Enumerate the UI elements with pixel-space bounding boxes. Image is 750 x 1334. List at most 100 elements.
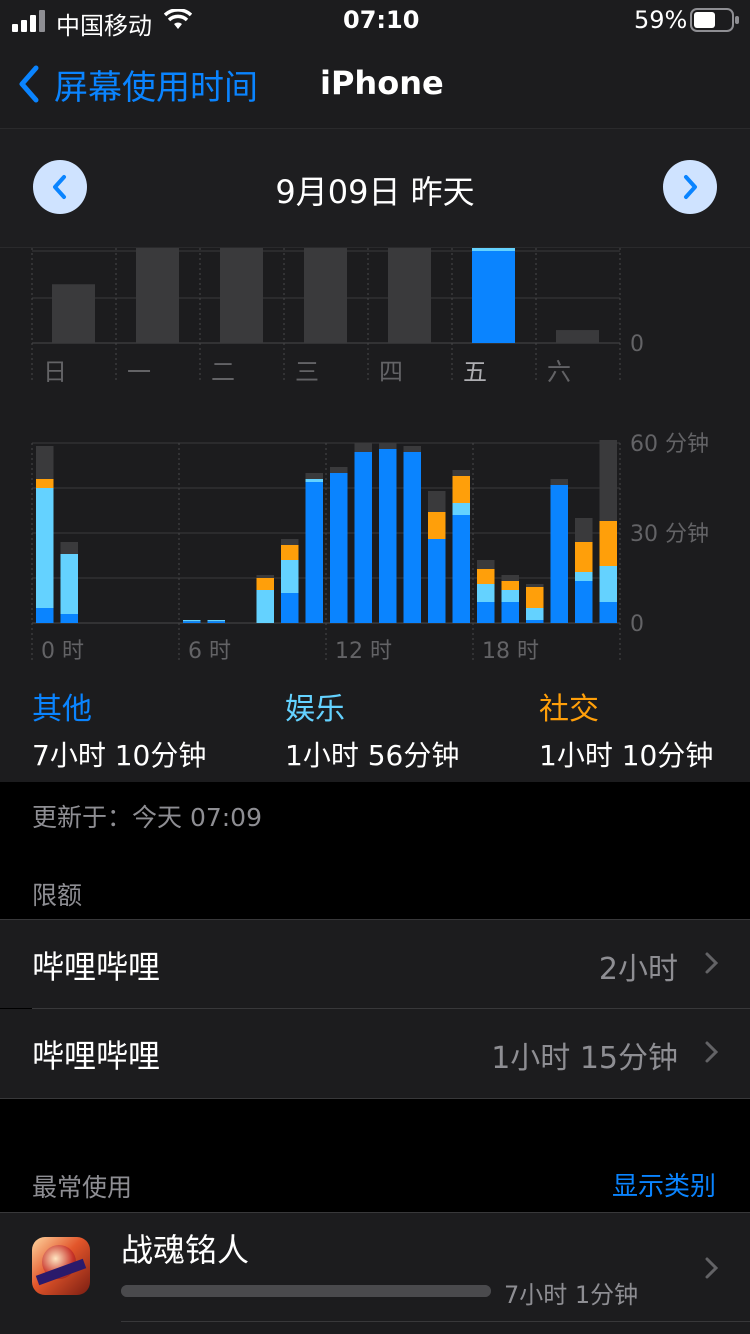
hourly-bar-segment — [60, 614, 78, 623]
battery-icon — [690, 8, 739, 32]
hourly-bar-segment — [575, 518, 593, 542]
category-time: 1小时 10分钟 — [539, 739, 714, 772]
hourly-bar-segment — [36, 608, 54, 623]
hourly-bar-segment — [256, 590, 274, 623]
category-entertainment: 娱乐 1小时 56分钟 — [285, 684, 459, 774]
weekly-bar — [472, 248, 515, 343]
hourly-bar-segment — [256, 575, 274, 578]
hourly-bar-segment — [330, 467, 348, 473]
app-name: 战魂铭人 — [121, 1231, 250, 1269]
hourly-bar-segment — [477, 584, 495, 602]
hourly-bar-segment — [575, 581, 593, 623]
hourly-bar-segment — [428, 491, 446, 512]
hourly-bar-segment — [452, 515, 470, 623]
hourly-bar-segment — [599, 440, 617, 521]
limit-app-name: 哔哩哔哩 — [32, 948, 161, 986]
chevron-left-icon — [19, 65, 39, 103]
category-time: 7小时 10分钟 — [32, 739, 207, 772]
hourly-bar-segment — [305, 482, 323, 623]
hourly-bar-segment — [281, 560, 299, 593]
hourly-bar-segment — [575, 572, 593, 581]
x-axis-label: 0 时 — [41, 639, 84, 664]
app-icon — [32, 1237, 90, 1295]
carrier-label: 中国移动 — [56, 12, 152, 40]
chevron-right-icon — [705, 1041, 719, 1063]
category-name: 其他 — [32, 692, 92, 727]
chevron-right-icon — [705, 952, 719, 974]
zero-label: 0 — [630, 332, 644, 357]
hourly-bar-segment — [526, 587, 544, 608]
day-label: 9月09日 昨天 — [275, 173, 475, 211]
back-button[interactable]: 屏幕使用时间 — [14, 60, 258, 108]
weekly-bar — [388, 248, 431, 343]
show-categories-link[interactable]: 显示类别 — [612, 1166, 716, 1203]
day-selector: 9月09日 昨天 — [0, 129, 750, 248]
hourly-bar-segment — [403, 452, 421, 623]
category-name: 娱乐 — [285, 692, 345, 727]
hourly-bar-segment — [526, 620, 544, 623]
divider — [121, 1321, 750, 1322]
y-axis-label: 0 — [630, 612, 644, 637]
hourly-bar-segment — [452, 470, 470, 476]
weekly-bar — [304, 248, 347, 343]
weekday-label: 五 — [463, 358, 487, 386]
next-day-button[interactable] — [663, 160, 717, 214]
weekly-bar — [220, 248, 263, 343]
hourly-bar-segment — [428, 512, 446, 539]
usage-chart-card: 日 一 二 三 四 五 六 0 60 分钟 30 分钟 0 0 时 6 时 12 时 18 时 其他 7小… — [0, 248, 750, 782]
hourly-bar-segment — [207, 621, 225, 623]
chevron-right-icon — [684, 175, 697, 199]
hourly-bar-segment — [599, 602, 617, 623]
battery-percent: 59% — [634, 6, 688, 34]
category-name: 社交 — [539, 692, 599, 727]
limit-app-name: 哔哩哔哩 — [32, 1037, 161, 1075]
page-title: iPhone — [320, 64, 444, 102]
weekly-bar — [136, 248, 179, 343]
hourly-bar-segment — [256, 578, 274, 590]
navigation-bar: 屏幕使用时间 iPhone — [0, 40, 750, 129]
hourly-bar-segment — [60, 554, 78, 614]
hourly-bar-segment — [599, 566, 617, 602]
category-other: 其他 7小时 10分钟 — [32, 684, 206, 774]
hourly-bar-segment — [36, 446, 54, 479]
hourly-bar-segment — [403, 446, 421, 452]
x-axis-label: 18 时 — [482, 639, 539, 664]
hourly-bar-segment — [526, 584, 544, 587]
hourly-bar-segment — [477, 569, 495, 584]
hourly-bar-segment — [501, 590, 519, 602]
hourly-bar-segment — [550, 485, 568, 623]
app-usage-row[interactable]: 战魂铭人 7小时 1分钟 — [0, 1213, 750, 1334]
hourly-bar-segment — [599, 521, 617, 566]
hourly-bar-segment — [305, 473, 323, 479]
limit-row[interactable]: 哔哩哔哩 1小时 15分钟 — [0, 1009, 750, 1098]
usage-bar-fill — [121, 1285, 491, 1297]
category-time: 1小时 56分钟 — [285, 739, 460, 772]
hourly-bar-segment — [281, 545, 299, 560]
x-axis-label: 12 时 — [335, 639, 392, 664]
limit-value: 2小时 — [598, 952, 678, 987]
hourly-bar-segment — [281, 539, 299, 545]
hourly-bar-segment — [379, 449, 397, 623]
chevron-right-icon — [705, 1257, 719, 1279]
weekly-bar — [52, 284, 95, 343]
weekly-usage-chart: 日 一 二 三 四 五 六 0 — [31, 248, 644, 386]
y-axis-label: 30 分钟 — [630, 522, 709, 547]
hourly-bar-segment — [526, 608, 544, 620]
weekday-label: 二 — [211, 358, 235, 386]
hourly-bar-segment — [501, 581, 519, 590]
limit-row[interactable]: 哔哩哔哩 2小时 — [0, 920, 750, 1008]
weekday-label: 一 — [127, 358, 151, 386]
status-bar: 中国移动 07:10 59% — [0, 0, 750, 40]
x-axis-label: 6 时 — [188, 639, 231, 664]
hourly-bar-segment — [354, 443, 372, 452]
weekday-label: 日 — [43, 358, 67, 386]
hourly-bar-segment — [207, 620, 225, 622]
limit-value: 1小时 15分钟 — [491, 1041, 678, 1076]
hourly-bar-segment — [501, 575, 519, 581]
hourly-bar-segment — [183, 621, 201, 623]
usage-bar-track — [121, 1285, 491, 1297]
signal-icon — [12, 10, 45, 32]
hourly-usage-chart: 60 分钟 30 分钟 0 0 时 6 时 12 时 18 时 — [31, 432, 709, 664]
hourly-bar-segment — [575, 542, 593, 572]
hourly-bar-segment — [60, 542, 78, 554]
